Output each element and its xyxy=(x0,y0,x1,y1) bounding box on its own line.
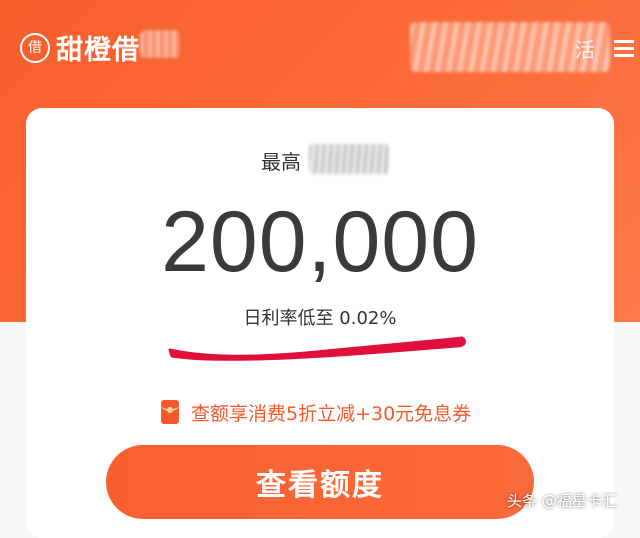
logo-glyph: 借 xyxy=(28,40,42,56)
header-right-text: 活 xyxy=(575,38,595,62)
promo-text: 查额享消费5折立减+30元免息券 xyxy=(191,402,472,425)
app-header: 借 甜橙借 活 xyxy=(0,0,640,90)
red-underline-annotation xyxy=(168,336,466,361)
redaction-smudge xyxy=(140,30,180,58)
redaction-smudge xyxy=(309,144,389,174)
logo-icon: 借 xyxy=(20,33,50,63)
promo-row[interactable]: 查额享消费5折立减+30元免息券 xyxy=(161,398,471,426)
daily-rate: 日利率低至 0.02% xyxy=(243,308,397,329)
check-limit-button[interactable]: 查看额度 xyxy=(106,445,534,519)
menu-icon[interactable] xyxy=(614,40,634,58)
red-packet-icon xyxy=(161,400,179,424)
app-name: 甜橙借 xyxy=(56,35,140,66)
limit-subtitle: 最高 xyxy=(261,150,301,174)
credit-amount: 200,000 xyxy=(161,194,479,290)
watermark: 头条 @福星卡汇 xyxy=(507,492,617,510)
